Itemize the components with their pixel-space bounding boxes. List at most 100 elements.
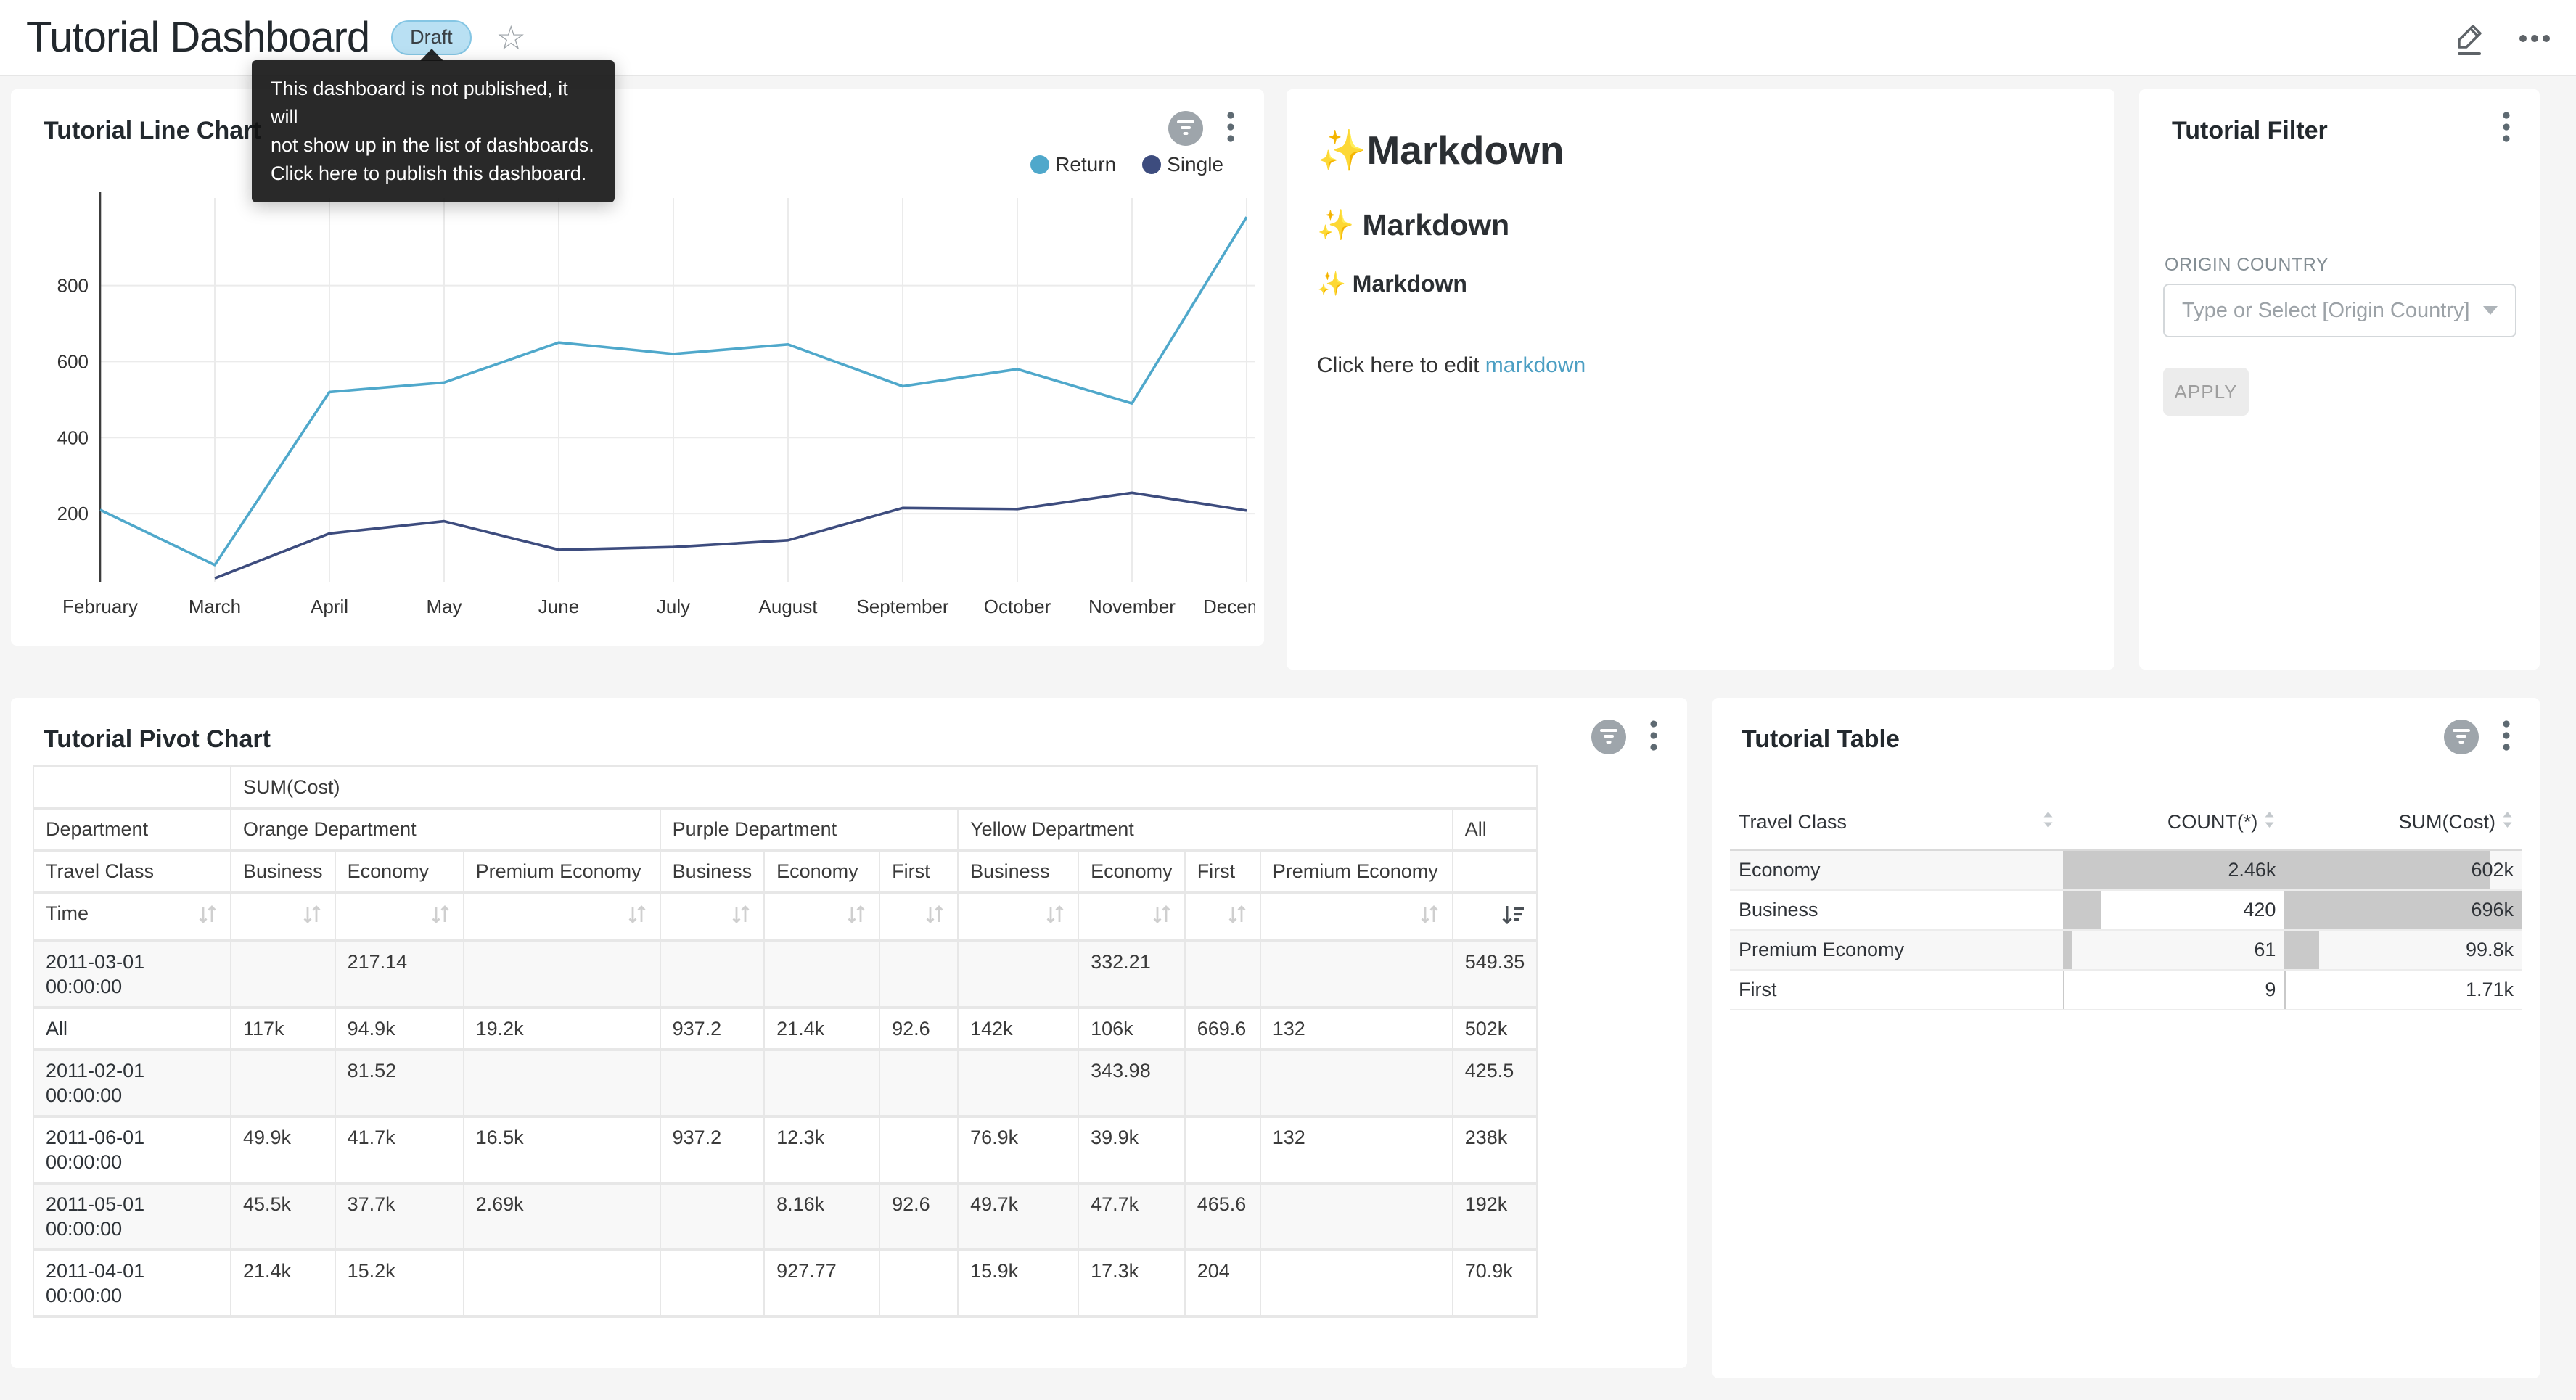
apply-button[interactable]: APPLY — [2163, 368, 2249, 416]
pivot-time-cell: 2011-05-01 00:00:00 — [33, 1183, 231, 1250]
pivot-value-cell — [464, 1250, 660, 1317]
x-axis-tick-label: September — [856, 596, 949, 617]
pivot-class-header: Economy — [1078, 850, 1185, 892]
sort-icon[interactable] — [1226, 903, 1248, 932]
sort-caret-icon — [2042, 810, 2054, 834]
sort-icon[interactable] — [626, 903, 648, 932]
filter-indicator-icon[interactable] — [1168, 111, 1203, 146]
filter-card: Tutorial Filter ORIGIN COUNTRY Type or S… — [2139, 89, 2540, 670]
table-card-actions — [2444, 717, 2514, 757]
markdown-h3: ✨ Markdown — [1317, 269, 2083, 298]
travel-class-cell: Premium Economy — [1739, 939, 2054, 961]
pivot-sort-cell — [335, 892, 464, 941]
pivot-value-cell — [1260, 1050, 1453, 1116]
pivot-sort-cell — [764, 892, 879, 941]
pivot-sort-cell — [1185, 892, 1260, 941]
pivot-value-cell: 49.7k — [958, 1183, 1078, 1250]
pivot-value-cell: 41.7k — [335, 1116, 464, 1183]
table-cell: 602k — [2284, 850, 2522, 890]
pivot-value-cell — [231, 941, 335, 1008]
pivot-grid: SUM(Cost)DepartmentOrange DepartmentPurp… — [33, 765, 1538, 1318]
table-cell: 61 — [2063, 930, 2285, 970]
pivot-value-cell: 142k — [958, 1008, 1078, 1050]
pivot-dept-header: Orange Department — [231, 808, 660, 850]
pivot-sort-cell — [1078, 892, 1185, 941]
table-cell: Premium Economy — [1730, 930, 2063, 970]
pivot-value-cell: 8.16k — [764, 1183, 879, 1250]
sort-icon[interactable] — [1151, 903, 1173, 932]
pivot-class-header: Economy — [335, 850, 464, 892]
pivot-value-cell — [464, 1050, 660, 1116]
kebab-menu-icon[interactable] — [2499, 717, 2514, 757]
pivot-sort-cell — [660, 892, 765, 941]
sort-icon[interactable] — [924, 903, 946, 932]
pivot-all-value-cell: 549.35 — [1453, 941, 1538, 1008]
x-axis-tick-label: December — [1203, 596, 1255, 617]
travel-class-cell: First — [1739, 979, 2054, 1001]
filter-indicator-icon[interactable] — [2444, 720, 2479, 754]
markdown-body: ✨Markdown ✨ Markdown ✨ Markdown Click he… — [1287, 89, 2114, 378]
pivot-class-header: Economy — [764, 850, 879, 892]
sum-cost-cell: 602k — [2293, 859, 2514, 881]
count-cell: 420 — [2072, 899, 2276, 921]
sort-icon[interactable] — [845, 903, 867, 932]
x-axis-tick-label: November — [1088, 596, 1176, 617]
data-table-header: Travel Class COUNT(*) SUM(Cost) — [1730, 810, 2522, 850]
favorite-star-icon[interactable]: ☆ — [496, 21, 526, 54]
more-actions-icon[interactable] — [2518, 33, 2551, 44]
sort-icon-active[interactable] — [1500, 903, 1525, 932]
table-cell: 2.46k — [2063, 850, 2285, 890]
x-axis-tick-label: August — [759, 596, 819, 617]
legend-item-single[interactable]: Single — [1142, 153, 1223, 176]
column-header-label: Travel Class — [1739, 811, 1847, 833]
pivot-dept-header: Purple Department — [660, 808, 959, 850]
sort-icon[interactable] — [301, 903, 323, 932]
sort-icon[interactable] — [1044, 903, 1066, 932]
pivot-sort-cell-active — [1453, 892, 1538, 941]
sort-icon[interactable] — [1419, 903, 1440, 932]
pivot-class-header: Premium Economy — [1260, 850, 1453, 892]
column-header-travel-class[interactable]: Travel Class — [1730, 810, 2063, 850]
sum-cost-cell: 1.71k — [2293, 979, 2514, 1001]
markdown-paragraph: Click here to edit markdown — [1317, 353, 2083, 378]
travel-class-cell: Economy — [1739, 859, 2054, 881]
sort-icon[interactable] — [197, 903, 218, 932]
data-table-body: Economy2.46k602kBusiness420696kPremium E… — [1730, 850, 2522, 1010]
cell-bar — [2063, 971, 2064, 1009]
filter-indicator-icon[interactable] — [1591, 720, 1626, 754]
sort-icon[interactable] — [730, 903, 752, 932]
pivot-value-cell: 21.4k — [231, 1250, 335, 1317]
pivot-value-cell: 92.6 — [879, 1183, 958, 1250]
origin-country-select[interactable]: Type or Select [Origin Country] — [2163, 284, 2516, 337]
column-header-sum-cost[interactable]: SUM(Cost) — [2284, 810, 2522, 850]
kebab-menu-icon[interactable] — [1646, 717, 1661, 757]
select-placeholder: Type or Select [Origin Country] — [2182, 299, 2476, 323]
pivot-sort-cell — [231, 892, 335, 941]
kebab-menu-icon[interactable] — [2499, 108, 2514, 149]
column-header-label: SUM(Cost) — [2399, 811, 2496, 833]
pivot-value-cell: 343.98 — [1078, 1050, 1185, 1116]
column-header-count[interactable]: COUNT(*) — [2063, 810, 2285, 850]
pivot-value-cell: 15.2k — [335, 1250, 464, 1317]
markdown-edit-link[interactable]: markdown — [1485, 353, 1586, 377]
pivot-value-cell: 937.2 — [660, 1008, 765, 1050]
chart-legend: Return Single — [1030, 153, 1223, 176]
table-cell: Economy — [1730, 850, 2063, 890]
pivot-value-cell — [1185, 1050, 1260, 1116]
pivot-value-cell: 12.3k — [764, 1116, 879, 1183]
pivot-value-cell — [879, 1250, 958, 1317]
edit-dashboard-icon[interactable] — [2453, 20, 2486, 57]
legend-item-return[interactable]: Return — [1030, 153, 1116, 176]
pivot-row: 2011-05-01 00:00:0045.5k37.7k2.69k8.16k9… — [33, 1183, 1537, 1250]
pivot-time-cell: 2011-04-01 00:00:00 — [33, 1250, 231, 1317]
kebab-menu-icon[interactable] — [1223, 108, 1238, 149]
markdown-paragraph-text: Click here to edit — [1317, 353, 1485, 377]
line-chart-card-actions — [1168, 108, 1238, 149]
pivot-value-cell — [1260, 1183, 1453, 1250]
pivot-value-cell: 937.2 — [660, 1116, 765, 1183]
cell-bar — [2284, 971, 2286, 1009]
pivot-value-cell — [1185, 1116, 1260, 1183]
data-table: Travel Class COUNT(*) SUM(Cost) Economy 2.4… — [1730, 810, 2522, 1010]
pivot-class-header-empty — [1453, 850, 1538, 892]
sort-icon[interactable] — [430, 903, 451, 932]
